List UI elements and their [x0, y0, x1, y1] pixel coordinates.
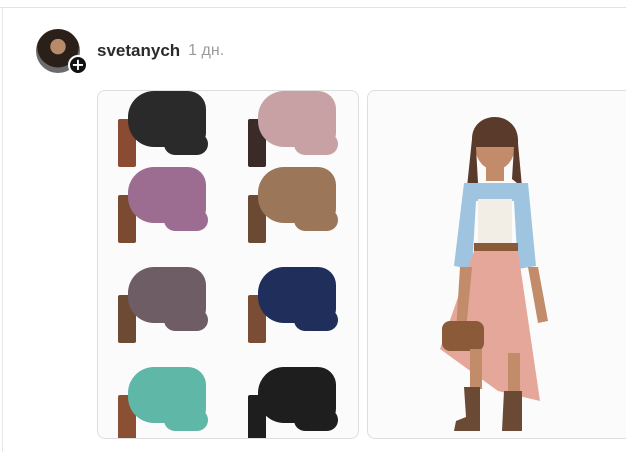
shoe-toe: [164, 409, 208, 431]
post-time: 1 дн.: [188, 42, 225, 59]
shoe-thumbnail: [246, 91, 338, 167]
outfit-figure: [440, 116, 548, 431]
author-avatar[interactable]: +: [36, 29, 88, 75]
shoe-toe: [294, 209, 338, 231]
shoe-thumbnail: [116, 167, 208, 243]
shoe-toe: [164, 133, 208, 155]
shoe-thumbnail: [246, 267, 338, 343]
shoe-thumbnail: [246, 167, 338, 243]
shoes-collage-image[interactable]: [97, 90, 359, 439]
shoe-toe: [294, 133, 338, 155]
shoe-toe: [164, 309, 208, 331]
shoe-thumbnail: [246, 367, 338, 438]
shoe-toe: [164, 209, 208, 231]
top-divider: [0, 7, 626, 8]
shoe-thumbnail: [116, 91, 208, 167]
shoe-toe: [294, 409, 338, 431]
left-rail-divider: [2, 8, 3, 452]
outfit-image[interactable]: [367, 90, 626, 439]
follow-plus-icon[interactable]: +: [68, 55, 88, 75]
shoe-thumbnail: [116, 267, 208, 343]
shoe-toe: [294, 309, 338, 331]
shoe-thumbnail: [116, 367, 208, 438]
post-header: + svetanych 1 дн.: [36, 28, 225, 75]
author-name[interactable]: svetanych: [97, 41, 180, 61]
